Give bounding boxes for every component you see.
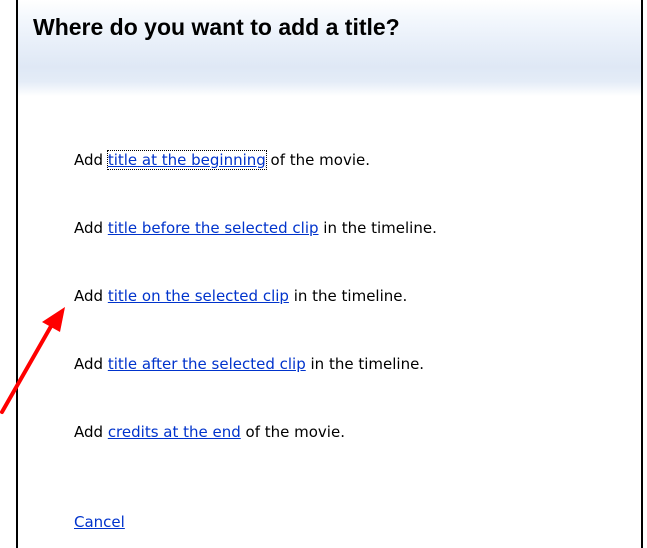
option-suffix: in the timeline. xyxy=(318,219,437,237)
title-on-clip-link[interactable]: title on the selected clip xyxy=(108,287,289,305)
credits-at-end-link[interactable]: credits at the end xyxy=(108,423,241,441)
option-prefix: Add xyxy=(74,219,108,237)
option-title-after-clip: Add title after the selected clip in the… xyxy=(74,354,437,422)
option-title-on-clip: Add title on the selected clip in the ti… xyxy=(74,286,437,354)
title-before-clip-link[interactable]: title before the selected clip xyxy=(108,219,319,237)
title-options-panel: Where do you want to add a title? Add ti… xyxy=(16,0,643,548)
page-title: Where do you want to add a title? xyxy=(33,14,400,40)
option-suffix: of the movie. xyxy=(265,151,370,169)
option-prefix: Add xyxy=(74,151,108,169)
panel-header: Where do you want to add a title? xyxy=(18,0,641,96)
option-prefix: Add xyxy=(74,287,108,305)
option-credits-at-end: Add credits at the end of the movie. xyxy=(74,422,437,490)
option-title-before-clip: Add title before the selected clip in th… xyxy=(74,218,437,286)
option-prefix: Add xyxy=(74,423,108,441)
cancel-link[interactable]: Cancel xyxy=(74,512,125,532)
option-suffix: in the timeline. xyxy=(305,355,425,373)
option-title-at-beginning: Add title at the beginning of the movie. xyxy=(74,150,437,218)
title-at-beginning-link[interactable]: title at the beginning xyxy=(106,150,267,170)
option-suffix: in the timeline. xyxy=(288,287,408,305)
option-suffix: of the movie. xyxy=(240,423,345,441)
option-prefix: Add xyxy=(74,355,108,373)
title-option-list: Add title at the beginning of the movie.… xyxy=(74,150,437,490)
title-after-clip-link[interactable]: title after the selected clip xyxy=(108,355,306,373)
